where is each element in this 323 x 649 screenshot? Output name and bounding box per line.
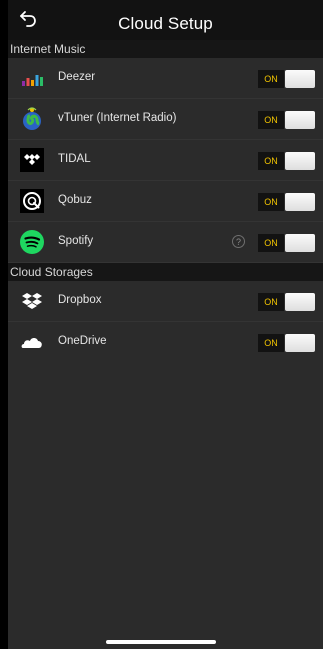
spotify-icon bbox=[20, 230, 44, 254]
toggle-knob bbox=[285, 334, 315, 352]
toggle-onedrive[interactable]: ON bbox=[258, 334, 315, 352]
deezer-icon bbox=[22, 75, 43, 86]
toggle-on-label: ON bbox=[258, 70, 284, 88]
toggle-knob bbox=[285, 293, 315, 311]
service-row-deezer[interactable]: Deezer ON bbox=[8, 58, 323, 99]
vtuner-icon bbox=[23, 107, 41, 130]
service-row-qobuz[interactable]: Qobuz ON bbox=[8, 181, 323, 222]
service-row-dropbox[interactable]: Dropbox ON bbox=[8, 281, 323, 322]
service-label-dropbox: Dropbox bbox=[58, 294, 102, 306]
qobuz-icon bbox=[20, 189, 44, 213]
toggle-on-label: ON bbox=[258, 111, 284, 129]
home-indicator[interactable] bbox=[106, 640, 216, 644]
toggle-deezer[interactable]: ON bbox=[258, 70, 315, 88]
service-label-spotify: Spotify bbox=[58, 235, 94, 247]
header: Cloud Setup bbox=[8, 0, 323, 40]
service-row-spotify[interactable]: Spotify ? ON bbox=[8, 222, 323, 263]
help-icon[interactable]: ? bbox=[232, 235, 245, 248]
dropbox-icon bbox=[22, 293, 42, 309]
toggle-on-label: ON bbox=[258, 234, 284, 252]
toggle-spotify[interactable]: ON bbox=[258, 234, 315, 252]
cloud-setup-screen: Cloud Setup Internet Music Deezer ON vTu… bbox=[8, 0, 323, 649]
service-label-vtuner: vTuner (Internet Radio) bbox=[58, 112, 177, 124]
toggle-on-label: ON bbox=[258, 293, 284, 311]
service-row-onedrive[interactable]: OneDrive ON bbox=[8, 322, 323, 362]
toggle-knob bbox=[285, 70, 315, 88]
service-label-onedrive: OneDrive bbox=[58, 335, 107, 347]
toggle-on-label: ON bbox=[258, 334, 284, 352]
service-label-qobuz: Qobuz bbox=[58, 194, 92, 206]
service-row-vtuner[interactable]: vTuner (Internet Radio) ON bbox=[8, 99, 323, 140]
toggle-tidal[interactable]: ON bbox=[258, 152, 315, 170]
toggle-knob bbox=[285, 193, 315, 211]
service-label-deezer: Deezer bbox=[58, 71, 96, 83]
toggle-on-label: ON bbox=[258, 152, 284, 170]
toggle-qobuz[interactable]: ON bbox=[258, 193, 315, 211]
section-header-internet-music: Internet Music bbox=[8, 40, 323, 58]
service-row-tidal[interactable]: TIDAL ON bbox=[8, 140, 323, 181]
service-label-tidal: TIDAL bbox=[58, 153, 91, 165]
toggle-knob bbox=[285, 152, 315, 170]
tidal-icon bbox=[20, 148, 44, 172]
section-header-cloud-storages: Cloud Storages bbox=[8, 263, 323, 281]
toggle-knob bbox=[285, 111, 315, 129]
toggle-on-label: ON bbox=[258, 193, 284, 211]
toggle-knob bbox=[285, 234, 315, 252]
page-title: Cloud Setup bbox=[118, 14, 213, 33]
toggle-dropbox[interactable]: ON bbox=[258, 293, 315, 311]
onedrive-icon bbox=[21, 338, 42, 348]
toggle-vtuner[interactable]: ON bbox=[258, 111, 315, 129]
